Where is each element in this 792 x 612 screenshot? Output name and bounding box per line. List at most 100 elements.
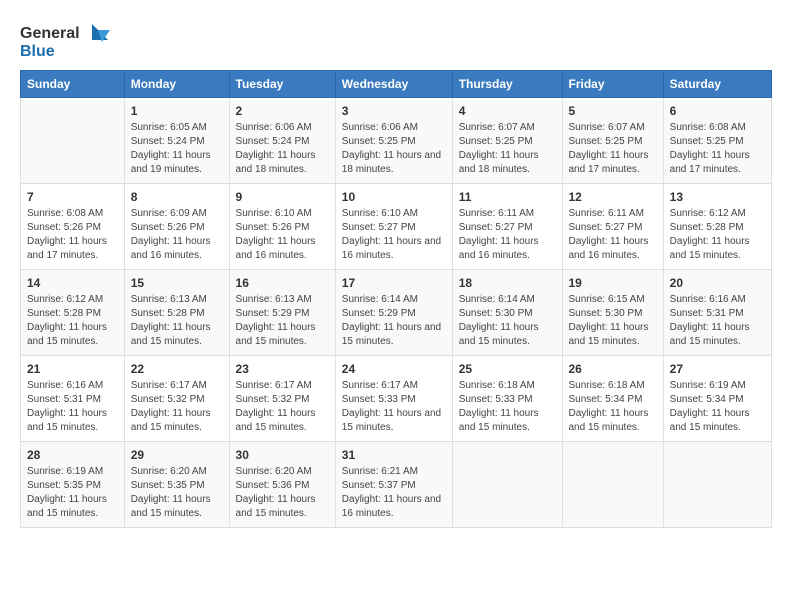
day-info: Sunrise: 6:06 AM Sunset: 5:25 PM Dayligh… bbox=[342, 121, 446, 177]
week-row-3: 14Sunrise: 6:12 AM Sunset: 5:28 PM Dayli… bbox=[21, 270, 772, 356]
calendar-cell: 25 Sunrise: 6:18 AM Sunset: 5:33 PM Dayli… bbox=[452, 356, 562, 442]
svg-text:Blue: Blue bbox=[20, 43, 55, 60]
header: GeneralBlue bbox=[20, 20, 772, 60]
logo-svg: GeneralBlue bbox=[20, 20, 110, 60]
day-number: 25 bbox=[459, 362, 556, 376]
day-info: Sunrise: 6:10 AM Sunset: 5:26 PM Dayligh… bbox=[236, 207, 329, 263]
day-number: 2 bbox=[236, 104, 329, 118]
calendar-cell: 4 Sunrise: 6:07 AM Sunset: 5:25 PM Daylig… bbox=[452, 98, 562, 184]
day-number: 19 bbox=[569, 276, 657, 290]
day-number: 26 bbox=[569, 362, 657, 376]
calendar-cell: 31Sunrise: 6:21 AM Sunset: 5:37 PM Dayli… bbox=[335, 442, 452, 528]
day-number: 1 bbox=[131, 104, 223, 118]
calendar-cell: 7 Sunrise: 6:08 AM Sunset: 5:26 PM Daylig… bbox=[21, 184, 125, 270]
calendar-cell bbox=[562, 442, 663, 528]
day-info: Sunrise: 6:19 AM Sunset: 5:34 PM Dayligh… bbox=[670, 379, 765, 435]
day-number: 12 bbox=[569, 190, 657, 204]
day-info: Sunrise: 6:08 AM Sunset: 5:26 PM Dayligh… bbox=[27, 207, 118, 263]
day-info: Sunrise: 6:17 AM Sunset: 5:33 PM Dayligh… bbox=[342, 379, 446, 435]
col-header-monday: Monday bbox=[124, 71, 229, 98]
day-info: Sunrise: 6:18 AM Sunset: 5:33 PM Dayligh… bbox=[459, 379, 556, 435]
calendar-cell: 28 Sunrise: 6:19 AM Sunset: 5:35 PM Dayli… bbox=[21, 442, 125, 528]
day-info: Sunrise: 6:15 AM Sunset: 5:30 PM Dayligh… bbox=[569, 293, 657, 349]
calendar-cell: 3 Sunrise: 6:06 AM Sunset: 5:25 PM Daylig… bbox=[335, 98, 452, 184]
col-header-thursday: Thursday bbox=[452, 71, 562, 98]
day-info: Sunrise: 6:13 AM Sunset: 5:29 PM Dayligh… bbox=[236, 293, 329, 349]
calendar-cell bbox=[21, 98, 125, 184]
day-number: 10 bbox=[342, 190, 446, 204]
day-number: 21 bbox=[27, 362, 118, 376]
day-info: Sunrise: 6:11 AM Sunset: 5:27 PM Dayligh… bbox=[569, 207, 657, 263]
day-info: Sunrise: 6:17 AM Sunset: 5:32 PM Dayligh… bbox=[131, 379, 223, 435]
calendar-cell: 24 Sunrise: 6:17 AM Sunset: 5:33 PM Dayli… bbox=[335, 356, 452, 442]
calendar-cell: 8 Sunrise: 6:09 AM Sunset: 5:26 PM Daylig… bbox=[124, 184, 229, 270]
calendar-cell: 23 Sunrise: 6:17 AM Sunset: 5:32 PM Dayli… bbox=[229, 356, 335, 442]
calendar-cell: 10 Sunrise: 6:10 AM Sunset: 5:27 PM Dayli… bbox=[335, 184, 452, 270]
day-number: 23 bbox=[236, 362, 329, 376]
col-header-saturday: Saturday bbox=[663, 71, 771, 98]
calendar-cell: 13 Sunrise: 6:12 AM Sunset: 5:28 PM Dayli… bbox=[663, 184, 771, 270]
day-number: 29 bbox=[131, 448, 223, 462]
day-info: Sunrise: 6:13 AM Sunset: 5:28 PM Dayligh… bbox=[131, 293, 223, 349]
day-info: Sunrise: 6:12 AM Sunset: 5:28 PM Dayligh… bbox=[27, 293, 118, 349]
day-number: 4 bbox=[459, 104, 556, 118]
day-number: 13 bbox=[670, 190, 765, 204]
calendar-cell: 22Sunrise: 6:17 AM Sunset: 5:32 PM Dayli… bbox=[124, 356, 229, 442]
day-info: Sunrise: 6:07 AM Sunset: 5:25 PM Dayligh… bbox=[569, 121, 657, 177]
day-info: Sunrise: 6:09 AM Sunset: 5:26 PM Dayligh… bbox=[131, 207, 223, 263]
calendar-cell bbox=[452, 442, 562, 528]
calendar-cell: 6 Sunrise: 6:08 AM Sunset: 5:25 PM Daylig… bbox=[663, 98, 771, 184]
day-number: 15 bbox=[131, 276, 223, 290]
day-info: Sunrise: 6:10 AM Sunset: 5:27 PM Dayligh… bbox=[342, 207, 446, 263]
day-number: 17 bbox=[342, 276, 446, 290]
day-number: 20 bbox=[670, 276, 765, 290]
col-header-sunday: Sunday bbox=[21, 71, 125, 98]
day-info: Sunrise: 6:06 AM Sunset: 5:24 PM Dayligh… bbox=[236, 121, 329, 177]
day-number: 11 bbox=[459, 190, 556, 204]
day-info: Sunrise: 6:12 AM Sunset: 5:28 PM Dayligh… bbox=[670, 207, 765, 263]
day-number: 16 bbox=[236, 276, 329, 290]
day-info: Sunrise: 6:16 AM Sunset: 5:31 PM Dayligh… bbox=[670, 293, 765, 349]
day-info: Sunrise: 6:18 AM Sunset: 5:34 PM Dayligh… bbox=[569, 379, 657, 435]
calendar-cell: 2 Sunrise: 6:06 AM Sunset: 5:24 PM Daylig… bbox=[229, 98, 335, 184]
day-info: Sunrise: 6:14 AM Sunset: 5:29 PM Dayligh… bbox=[342, 293, 446, 349]
col-header-tuesday: Tuesday bbox=[229, 71, 335, 98]
calendar-cell: 20 Sunrise: 6:16 AM Sunset: 5:31 PM Dayli… bbox=[663, 270, 771, 356]
calendar-cell: 9 Sunrise: 6:10 AM Sunset: 5:26 PM Daylig… bbox=[229, 184, 335, 270]
day-info: Sunrise: 6:08 AM Sunset: 5:25 PM Dayligh… bbox=[670, 121, 765, 177]
col-header-friday: Friday bbox=[562, 71, 663, 98]
week-row-5: 28 Sunrise: 6:19 AM Sunset: 5:35 PM Dayli… bbox=[21, 442, 772, 528]
calendar-cell: 15 Sunrise: 6:13 AM Sunset: 5:28 PM Dayli… bbox=[124, 270, 229, 356]
calendar-cell: 14Sunrise: 6:12 AM Sunset: 5:28 PM Dayli… bbox=[21, 270, 125, 356]
day-number: 24 bbox=[342, 362, 446, 376]
calendar-cell: 30Sunrise: 6:20 AM Sunset: 5:36 PM Dayli… bbox=[229, 442, 335, 528]
calendar-cell: 27 Sunrise: 6:19 AM Sunset: 5:34 PM Dayli… bbox=[663, 356, 771, 442]
day-info: Sunrise: 6:07 AM Sunset: 5:25 PM Dayligh… bbox=[459, 121, 556, 177]
day-info: Sunrise: 6:17 AM Sunset: 5:32 PM Dayligh… bbox=[236, 379, 329, 435]
calendar-cell: 16 Sunrise: 6:13 AM Sunset: 5:29 PM Dayli… bbox=[229, 270, 335, 356]
calendar-cell: 21Sunrise: 6:16 AM Sunset: 5:31 PM Dayli… bbox=[21, 356, 125, 442]
week-row-1: 1 Sunrise: 6:05 AM Sunset: 5:24 PM Daylig… bbox=[21, 98, 772, 184]
day-number: 3 bbox=[342, 104, 446, 118]
calendar-cell: 17 Sunrise: 6:14 AM Sunset: 5:29 PM Dayli… bbox=[335, 270, 452, 356]
header-row: SundayMondayTuesdayWednesdayThursdayFrid… bbox=[21, 71, 772, 98]
calendar-cell: 18Sunrise: 6:14 AM Sunset: 5:30 PM Dayli… bbox=[452, 270, 562, 356]
day-info: Sunrise: 6:05 AM Sunset: 5:24 PM Dayligh… bbox=[131, 121, 223, 177]
calendar-cell: 1 Sunrise: 6:05 AM Sunset: 5:24 PM Daylig… bbox=[124, 98, 229, 184]
day-number: 5 bbox=[569, 104, 657, 118]
day-number: 27 bbox=[670, 362, 765, 376]
day-info: Sunrise: 6:11 AM Sunset: 5:27 PM Dayligh… bbox=[459, 207, 556, 263]
day-number: 28 bbox=[27, 448, 118, 462]
day-number: 6 bbox=[670, 104, 765, 118]
day-number: 18 bbox=[459, 276, 556, 290]
calendar-cell: 11 Sunrise: 6:11 AM Sunset: 5:27 PM Dayli… bbox=[452, 184, 562, 270]
day-info: Sunrise: 6:20 AM Sunset: 5:35 PM Dayligh… bbox=[131, 465, 223, 521]
calendar-cell: 29 Sunrise: 6:20 AM Sunset: 5:35 PM Dayli… bbox=[124, 442, 229, 528]
day-number: 8 bbox=[131, 190, 223, 204]
day-info: Sunrise: 6:19 AM Sunset: 5:35 PM Dayligh… bbox=[27, 465, 118, 521]
day-number: 9 bbox=[236, 190, 329, 204]
day-number: 7 bbox=[27, 190, 118, 204]
week-row-2: 7 Sunrise: 6:08 AM Sunset: 5:26 PM Daylig… bbox=[21, 184, 772, 270]
day-info: Sunrise: 6:21 AM Sunset: 5:37 PM Dayligh… bbox=[342, 465, 446, 521]
calendar-cell: 26 Sunrise: 6:18 AM Sunset: 5:34 PM Dayli… bbox=[562, 356, 663, 442]
